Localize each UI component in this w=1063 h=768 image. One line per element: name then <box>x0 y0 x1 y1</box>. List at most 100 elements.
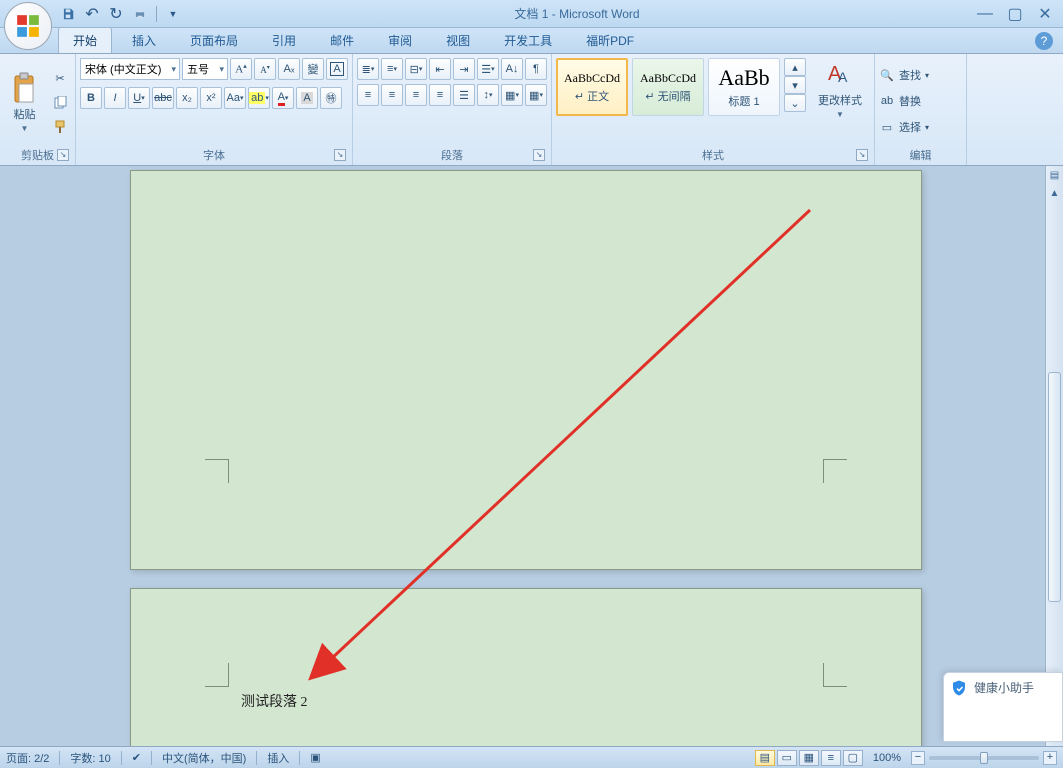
numbering-button[interactable]: ≡▾ <box>381 58 403 80</box>
clear-format-button[interactable]: Aₓ <box>278 58 300 80</box>
show-marks-button[interactable]: ¶ <box>525 58 547 80</box>
zoom-in-button[interactable]: + <box>1043 751 1057 765</box>
scroll-up-button[interactable]: ▲ <box>1046 184 1063 202</box>
qat-undo-button[interactable]: ↶ <box>82 4 102 24</box>
tab-insert[interactable]: 插入 <box>118 28 170 53</box>
zoom-out-button[interactable]: − <box>911 751 925 765</box>
qat-save-button[interactable] <box>58 4 78 24</box>
qat-redo-button[interactable]: ↻ <box>106 4 126 24</box>
font-size-select[interactable]: 五号 <box>182 58 228 80</box>
align-right-button[interactable]: ≡ <box>405 84 427 106</box>
office-button[interactable] <box>4 2 52 50</box>
subscript-button[interactable]: x₂ <box>176 87 198 109</box>
superscript-button[interactable]: x² <box>200 87 222 109</box>
style-normal[interactable]: AaBbCcDd ↵ 正文 <box>556 58 628 116</box>
status-macro[interactable]: ▣ <box>310 751 320 764</box>
vertical-scrollbar[interactable]: ▤ ▲ ▼ ▲ ● ▼ <box>1045 166 1063 746</box>
status-page[interactable]: 页面: 2/2 <box>6 750 49 766</box>
page-2[interactable]: 测试段落 2 <box>130 588 922 746</box>
enclose-char-button[interactable]: ㊕ <box>320 87 342 109</box>
font-color-button[interactable]: A▾ <box>272 87 294 109</box>
maximize-button[interactable]: ▢ <box>1001 5 1029 23</box>
tab-developer[interactable]: 开发工具 <box>490 28 566 53</box>
underline-button[interactable]: U ▾ <box>128 87 150 109</box>
ruler-toggle-button[interactable]: ▤ <box>1046 166 1063 184</box>
line-spacing-button[interactable]: ↕▾ <box>477 84 499 106</box>
tab-layout[interactable]: 页面布局 <box>176 28 252 53</box>
change-case-button[interactable]: Aa▾ <box>224 87 246 109</box>
style-nospacing[interactable]: AaBbCcDd ↵ 无间隔 <box>632 58 704 116</box>
indent-dec-button[interactable]: ⇤ <box>429 58 451 80</box>
align-justify-button[interactable]: ≡ <box>429 84 451 106</box>
status-insert-mode[interactable]: 插入 <box>267 750 289 766</box>
tab-mailings[interactable]: 邮件 <box>316 28 368 53</box>
tab-foxit-pdf[interactable]: 福昕PDF <box>572 28 648 53</box>
document-scroll-area[interactable]: 测试段落 2 <box>0 166 1045 746</box>
view-outline[interactable]: ≡ <box>821 750 841 766</box>
cut-button[interactable]: ✂ <box>49 68 71 90</box>
align-justify-icon: ≡ <box>437 89 443 101</box>
clipboard-launcher[interactable]: ↘ <box>57 149 69 161</box>
distribute-button[interactable]: ☰ <box>453 84 475 106</box>
align-left-button[interactable]: ≡ <box>357 84 379 106</box>
status-proofing[interactable]: ✔ <box>132 751 141 764</box>
styles-gallery-expand[interactable]: ▴ ▾ ⌄ <box>784 58 806 112</box>
zoom-knob[interactable] <box>980 752 988 764</box>
status-words[interactable]: 字数: 10 <box>70 750 110 766</box>
scroll-track[interactable] <box>1046 202 1063 680</box>
close-button[interactable]: ✕ <box>1031 5 1059 23</box>
font-name-select[interactable]: 宋体 (中文正文) <box>80 58 180 80</box>
minimize-button[interactable]: — <box>971 5 999 23</box>
format-painter-button[interactable] <box>49 116 71 138</box>
zoom-value[interactable]: 100% <box>873 752 901 764</box>
font-launcher[interactable]: ↘ <box>334 149 346 161</box>
scroll-thumb[interactable] <box>1048 372 1061 602</box>
tab-review[interactable]: 审阅 <box>374 28 426 53</box>
phonetic-guide-button[interactable]: 變 <box>302 58 324 80</box>
view-fullscreen[interactable]: ▭ <box>777 750 797 766</box>
shrink-font-button[interactable]: A▾ <box>254 58 276 80</box>
multilevel-button[interactable]: ⊟▾ <box>405 58 427 80</box>
tab-home[interactable]: 开始 <box>58 27 112 53</box>
select-button[interactable]: ▭选择▾ <box>879 116 962 138</box>
margin-mark-br <box>823 459 847 483</box>
highlight-button[interactable]: ab▾ <box>248 87 270 109</box>
paragraph-launcher[interactable]: ↘ <box>533 149 545 161</box>
asian-layout-button[interactable]: ☰▾ <box>477 58 499 80</box>
borders-button[interactable]: ▦▾ <box>525 84 547 106</box>
help-button[interactable]: ? <box>1035 32 1053 50</box>
char-border-button[interactable]: A <box>326 58 348 80</box>
styles-launcher[interactable]: ↘ <box>856 149 868 161</box>
align-center-button[interactable]: ≡ <box>381 84 403 106</box>
qat-customize-dropdown[interactable]: ▼ <box>163 4 183 24</box>
indent-inc-button[interactable]: ⇥ <box>453 58 475 80</box>
paragraph-text[interactable]: 测试段落 2 <box>241 691 308 711</box>
status-language[interactable]: 中文(简体，中国) <box>162 750 246 766</box>
style-heading1[interactable]: AaBb 标题 1 <box>708 58 780 116</box>
change-styles-button[interactable]: AA 更改样式 ▼ <box>810 58 870 119</box>
paste-button[interactable]: 粘贴 ▼ <box>4 58 45 147</box>
shading-button[interactable]: ▦▾ <box>501 84 523 106</box>
italic-button[interactable]: I <box>104 87 126 109</box>
replace-button[interactable]: ab替换 <box>879 90 962 112</box>
view-web[interactable]: ▦ <box>799 750 819 766</box>
view-draft[interactable]: ▢ <box>843 750 863 766</box>
zoom-track[interactable] <box>929 756 1039 760</box>
styles-down-icon: ▾ <box>784 76 806 94</box>
find-button[interactable]: 🔍查找▾ <box>879 64 962 86</box>
strike-button[interactable]: abc <box>152 87 174 109</box>
qat-quickprint-button[interactable] <box>130 4 150 24</box>
bold-button[interactable]: B <box>80 87 102 109</box>
char-shading-button[interactable]: A <box>296 87 318 109</box>
health-assistant-popup[interactable]: 健康小助手 <box>943 672 1063 742</box>
group-paragraph-label: 段落↘ <box>357 147 547 165</box>
tab-view[interactable]: 视图 <box>432 28 484 53</box>
view-print-layout[interactable]: ▤ <box>755 750 775 766</box>
bullets-button[interactable]: ≣▾ <box>357 58 379 80</box>
tab-references[interactable]: 引用 <box>258 28 310 53</box>
sort-button[interactable]: A↓ <box>501 58 523 80</box>
copy-button[interactable] <box>49 92 71 114</box>
draft-icon: ▢ <box>848 751 858 764</box>
grow-font-button[interactable]: A▴ <box>230 58 252 80</box>
page-1[interactable] <box>130 170 922 570</box>
